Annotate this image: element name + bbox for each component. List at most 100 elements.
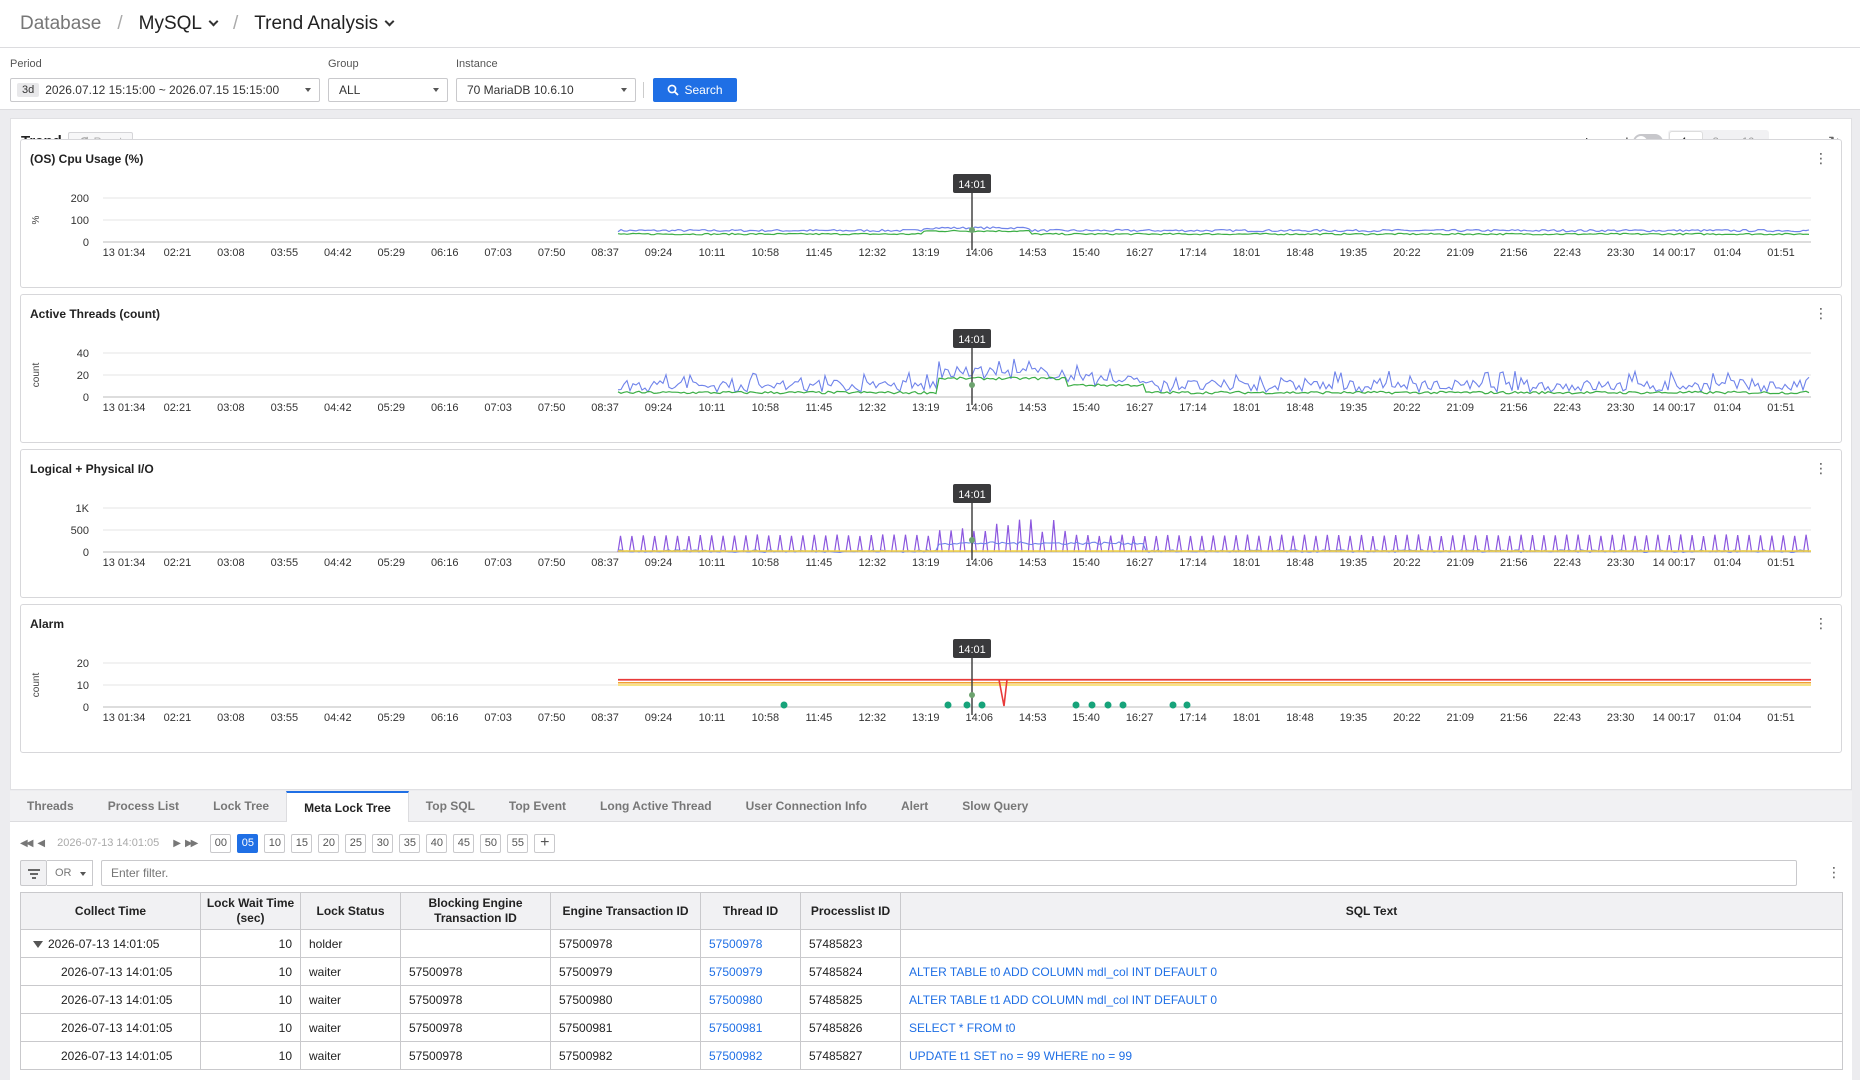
- thread-id-link[interactable]: 57500981: [700, 1013, 801, 1042]
- column-header[interactable]: Thread ID: [700, 892, 801, 930]
- x-tick-label: 14 00:17: [1653, 712, 1696, 724]
- second-button[interactable]: 30: [372, 833, 394, 853]
- column-header[interactable]: Engine Transaction ID: [550, 892, 701, 930]
- x-tick-label: 17:14: [1179, 247, 1207, 259]
- column-header[interactable]: SQL Text: [900, 892, 1843, 930]
- x-tick-label: 23:30: [1607, 247, 1635, 259]
- tab-top-sql[interactable]: Top SQL: [409, 791, 492, 821]
- alarm-event-dot: [1072, 701, 1080, 709]
- add-icon[interactable]: +: [534, 833, 556, 853]
- prev-icon[interactable]: ◀: [37, 838, 45, 849]
- search-button[interactable]: Search: [653, 78, 737, 102]
- blocking-trx-id: 57500978: [400, 1041, 551, 1070]
- last-icon[interactable]: ▶▶: [185, 838, 198, 849]
- second-button[interactable]: 25: [345, 833, 367, 853]
- x-tick-label: 20:22: [1393, 402, 1421, 414]
- x-tick-label: 13 01:34: [103, 402, 146, 414]
- chart-svg[interactable]: 20 10 0 count 13 01:34 02:21 03:08 03:55 04:42 05…: [21, 605, 1841, 752]
- first-icon[interactable]: ◀◀: [20, 838, 33, 849]
- filter-input[interactable]: [101, 860, 1797, 886]
- second-button[interactable]: 55: [507, 833, 529, 853]
- x-tick-label: 07:50: [538, 712, 566, 724]
- x-tick-label: 20:22: [1393, 712, 1421, 724]
- second-button[interactable]: 15: [291, 833, 313, 853]
- x-tick-label: 10:11: [699, 247, 726, 259]
- processlist-id: 57485823: [800, 929, 901, 958]
- tab-user-connection-info[interactable]: User Connection Info: [729, 791, 884, 821]
- x-tick-label: 06:16: [431, 557, 459, 569]
- tab-process-list[interactable]: Process List: [91, 791, 196, 821]
- breadcrumb-page-dropdown[interactable]: Trend Analysis: [254, 13, 395, 35]
- y-tick-label: 40: [77, 348, 89, 360]
- x-tick-label: 05:29: [377, 712, 405, 724]
- sql-text-link[interactable]: UPDATE t1 SET no = 99 WHERE no = 99: [900, 1041, 1843, 1070]
- sql-text-link[interactable]: ALTER TABLE t0 ADD COLUMN mdl_col INT DE…: [900, 957, 1843, 986]
- next-icon[interactable]: ▶: [173, 838, 181, 849]
- sql-text-link[interactable]: ALTER TABLE t1 ADD COLUMN mdl_col INT DE…: [900, 985, 1843, 1014]
- breadcrumb-database[interactable]: Database: [20, 13, 101, 35]
- filter-mode-select[interactable]: OR: [47, 860, 93, 886]
- tab-meta-lock-tree[interactable]: Meta Lock Tree: [286, 791, 409, 822]
- x-tick-label: 16:27: [1126, 712, 1154, 724]
- tab-top-event[interactable]: Top Event: [492, 791, 583, 821]
- x-tick-label: 03:08: [217, 557, 245, 569]
- x-tick-label: 04:42: [324, 247, 352, 259]
- sql-text-link[interactable]: SELECT * FROM t0: [900, 1013, 1843, 1042]
- table-row[interactable]: 2026-07-13 14:01:05 10 waiter 57500978 5…: [20, 1013, 1843, 1042]
- table-row[interactable]: 2026-07-13 14:01:05 10 waiter 57500978 5…: [20, 957, 1843, 986]
- x-tick-label: 09:24: [645, 247, 673, 259]
- group-select[interactable]: ALL: [328, 78, 448, 102]
- second-button[interactable]: 20: [318, 833, 340, 853]
- column-header[interactable]: Blocking Engine Transaction ID: [400, 892, 551, 930]
- more-icon[interactable]: ⋮: [1827, 864, 1841, 881]
- x-tick-label: 03:55: [271, 712, 299, 724]
- breadcrumb-db-dropdown[interactable]: MySQL: [139, 13, 219, 35]
- x-tick-label: 01:51: [1767, 402, 1795, 414]
- column-header[interactable]: Collect Time: [20, 892, 201, 930]
- second-button[interactable]: 50: [480, 833, 502, 853]
- collect-time: 2026-07-13 14:01:05: [20, 1041, 201, 1070]
- column-header[interactable]: Lock Status: [300, 892, 401, 930]
- caret-down-icon: [80, 872, 86, 876]
- table-row[interactable]: 2026-07-13 14:01:05 10 waiter 57500978 5…: [20, 985, 1843, 1014]
- second-button[interactable]: 40: [426, 833, 448, 853]
- tab-long-active-thread[interactable]: Long Active Thread: [583, 791, 729, 821]
- x-tick-label: 13 01:34: [103, 557, 146, 569]
- tab-slow-query[interactable]: Slow Query: [945, 791, 1045, 821]
- thread-id-link[interactable]: 57500982: [700, 1041, 801, 1070]
- second-button[interactable]: 45: [453, 833, 475, 853]
- tab-threads[interactable]: Threads: [10, 791, 91, 821]
- x-tick-label: 15:40: [1072, 402, 1100, 414]
- instance-select[interactable]: 70 MariaDB 10.6.10: [456, 78, 636, 102]
- tab-lock-tree[interactable]: Lock Tree: [196, 791, 286, 821]
- filter-icon[interactable]: [20, 860, 47, 886]
- instance-value: 70 MariaDB 10.6.10: [467, 83, 574, 97]
- filter-bar: Period 3d 2026.07.12 15:15:00 ~ 2026.07.…: [0, 48, 1860, 110]
- x-tick-label: 03:55: [271, 247, 299, 259]
- chart-svg[interactable]: 200 100 0% 13 01:34 02:21 03:08 03:55 04:42 05:2…: [21, 140, 1841, 287]
- processlist-id: 57485825: [800, 985, 901, 1014]
- meta-lock-tree-panel: ◀◀ ◀ 2026-07-13 14:01:05 ▶ ▶▶ 00 05 10 1…: [10, 822, 1852, 1080]
- chart-svg[interactable]: 40 20 0 count 13 01:34 02:21 03:08 03:55 04:42 05…: [21, 295, 1841, 442]
- second-button[interactable]: 10: [264, 833, 286, 853]
- table-row[interactable]: 2026-07-13 14:01:05 10 holder 57500978 5…: [20, 929, 1843, 958]
- thread-id-link[interactable]: 57500980: [700, 985, 801, 1014]
- second-button[interactable]: 00: [210, 833, 232, 853]
- tab-alert[interactable]: Alert: [884, 791, 945, 821]
- x-tick-label: 15:40: [1072, 712, 1100, 724]
- thread-id-link[interactable]: 57500979: [700, 957, 801, 986]
- expand-icon[interactable]: [33, 940, 43, 948]
- thread-id-link[interactable]: 57500978: [700, 929, 801, 958]
- blocking-trx-id: 57500978: [400, 1013, 551, 1042]
- column-header[interactable]: Lock Wait Time (sec): [200, 892, 301, 930]
- second-button[interactable]: 05: [237, 833, 259, 853]
- x-tick-label: 08:37: [591, 712, 619, 724]
- second-button[interactable]: 35: [399, 833, 421, 853]
- table-row[interactable]: 2026-07-13 14:01:05 10 waiter 57500978 5…: [20, 1041, 1843, 1070]
- chart-svg[interactable]: 1K 500 0 13 01:34 02:21 03:08 03:55 04:42 05:29 0…: [21, 450, 1841, 597]
- processlist-id: 57485824: [800, 957, 901, 986]
- sql-text-link[interactable]: [900, 929, 1843, 958]
- period-select[interactable]: 3d 2026.07.12 15:15:00 ~ 2026.07.15 15:1…: [10, 78, 320, 102]
- x-tick-label: 14:53: [1019, 247, 1047, 259]
- column-header[interactable]: Processlist ID: [800, 892, 901, 930]
